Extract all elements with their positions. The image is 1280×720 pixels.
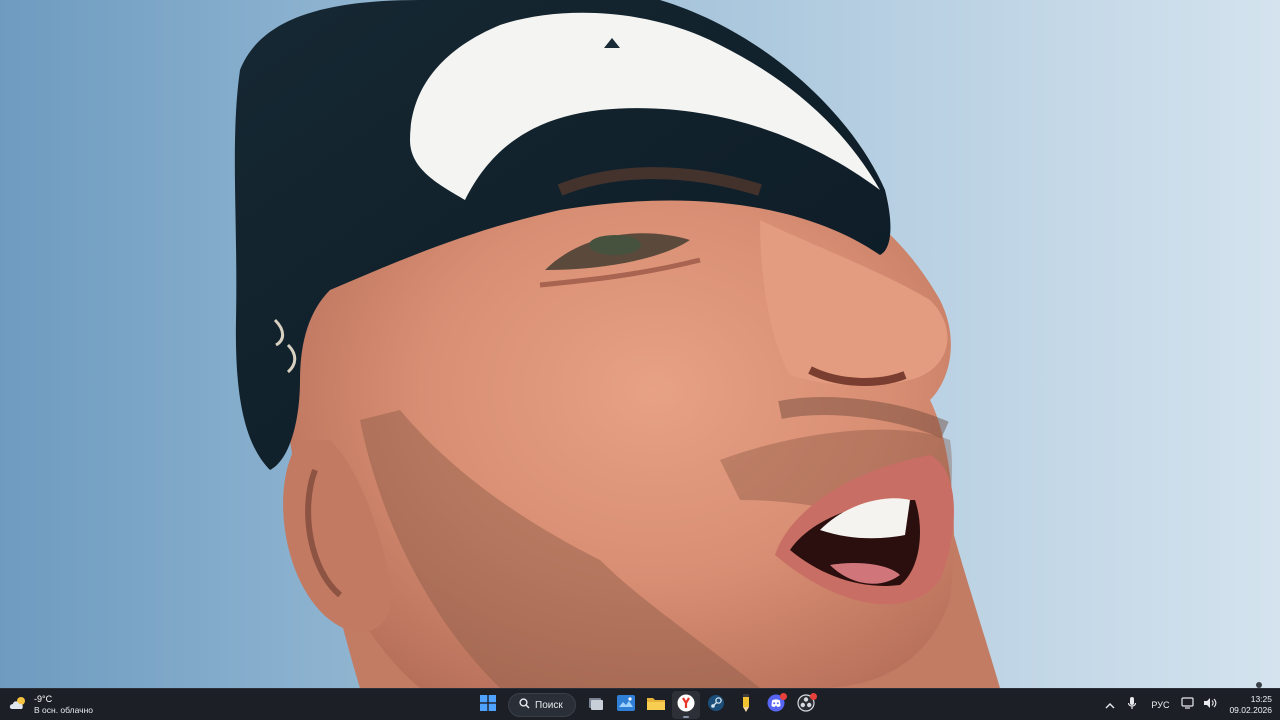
system-tray: РУС 13:25 09.02.2026 bbox=[1101, 691, 1272, 719]
weather-temperature: -9°C bbox=[34, 694, 53, 704]
windows-logo-icon bbox=[480, 695, 496, 715]
task-view-icon bbox=[588, 696, 604, 715]
show-hidden-icons-button[interactable] bbox=[1101, 694, 1119, 716]
network-button[interactable] bbox=[1179, 694, 1197, 716]
search-label: Поиск bbox=[535, 699, 563, 711]
taskbar-apps: Поиск bbox=[474, 691, 820, 719]
cloud-sun-icon bbox=[8, 695, 28, 715]
clock-date: 09.02.2026 bbox=[1229, 705, 1272, 715]
file-explorer-button[interactable] bbox=[642, 691, 670, 719]
pencil-icon bbox=[739, 694, 753, 716]
video-frame bbox=[0, 0, 1280, 688]
input-language-indicator[interactable]: РУС bbox=[1145, 700, 1175, 710]
weather-description: В осн. облачно bbox=[34, 705, 93, 715]
steam-icon bbox=[707, 694, 725, 716]
clock[interactable]: 13:25 09.02.2026 bbox=[1223, 694, 1272, 716]
taskbar: -9°C В осн. облачно Поиск РУС 13:25 09.0… bbox=[0, 688, 1280, 720]
clock-time: 13:25 bbox=[1250, 694, 1272, 704]
notification-badge bbox=[779, 693, 787, 700]
search-box[interactable]: Поиск bbox=[508, 693, 576, 717]
obs-button[interactable] bbox=[792, 691, 820, 719]
discord-button[interactable] bbox=[762, 691, 790, 719]
yandex-browser-button[interactable] bbox=[671, 691, 700, 719]
volume-button[interactable] bbox=[1201, 694, 1219, 716]
steam-button[interactable] bbox=[702, 691, 730, 719]
task-view-button[interactable] bbox=[582, 691, 610, 719]
microphone-button[interactable] bbox=[1123, 694, 1141, 716]
widgets-app-button[interactable] bbox=[612, 691, 640, 719]
widgets-icon bbox=[616, 695, 635, 715]
weather-widget[interactable]: -9°C В осн. облачно bbox=[8, 692, 93, 718]
search-icon bbox=[519, 698, 530, 712]
network-monitor-icon bbox=[1181, 696, 1195, 714]
desktop: -9°C В осн. облачно Поиск РУС 13:25 09.0… bbox=[0, 0, 1280, 720]
notification-badge bbox=[809, 693, 817, 700]
start-button[interactable] bbox=[474, 691, 502, 719]
chevron-up-icon bbox=[1105, 696, 1115, 714]
speaker-icon bbox=[1203, 696, 1217, 714]
face-image bbox=[234, 0, 1000, 688]
microphone-icon bbox=[1127, 696, 1137, 715]
folder-icon bbox=[646, 696, 665, 715]
pencil-app-button[interactable] bbox=[732, 691, 760, 719]
yandex-icon bbox=[677, 694, 695, 716]
